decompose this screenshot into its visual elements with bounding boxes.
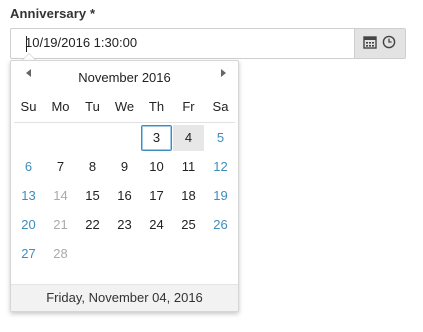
month-title[interactable]: November 2016: [11, 70, 238, 85]
day-cell[interactable]: 22: [77, 212, 108, 238]
day-cell[interactable]: 23: [109, 212, 140, 238]
day-cell[interactable]: 5: [205, 125, 236, 151]
day-cell[interactable]: 25: [173, 212, 204, 238]
day-cell[interactable]: 6: [13, 154, 44, 180]
header-divider: [14, 122, 235, 123]
day-cell[interactable]: 24: [141, 212, 172, 238]
day-cell[interactable]: 15: [77, 183, 108, 209]
day-cell[interactable]: 12: [205, 154, 236, 180]
day-cell[interactable]: 8: [77, 154, 108, 180]
day-cell[interactable]: 19: [205, 183, 236, 209]
clock-icon[interactable]: [382, 35, 396, 49]
day-cell[interactable]: 7: [45, 154, 76, 180]
weekday-tu: Tu: [85, 99, 100, 114]
weekday-header: Su Mo Tu We Th Fr Sa: [13, 99, 236, 119]
day-cell[interactable]: 4: [173, 125, 204, 151]
day-cell[interactable]: 26: [205, 212, 236, 238]
next-month-icon[interactable]: [221, 69, 226, 77]
field-label: Anniversary *: [10, 6, 96, 21]
day-cell[interactable]: 18: [173, 183, 204, 209]
text-caret: [26, 36, 27, 52]
weekday-su: Su: [20, 99, 37, 114]
day-grid: 3 4 5 6 7 8 9 10 11 12 13 14 15 16 17 18 19 20 21 22 23 24 25 2…: [13, 124, 236, 292]
weekday-we: We: [114, 99, 135, 114]
datetime-input[interactable]: 10/19/2016 1:30:00: [11, 29, 355, 58]
today-label[interactable]: Friday, November 04, 2016: [11, 290, 238, 305]
day-cell: 21: [53, 217, 68, 232]
day-cell[interactable]: 10: [141, 154, 172, 180]
day-cell[interactable]: 20: [13, 212, 44, 238]
picker-addon[interactable]: [354, 29, 405, 58]
today-footer[interactable]: Friday, November 04, 2016: [11, 284, 238, 311]
day-cell: 28: [53, 246, 68, 261]
weekday-sa: Sa: [212, 99, 229, 114]
day-cell[interactable]: 9: [109, 154, 140, 180]
day-cell[interactable]: 16: [109, 183, 140, 209]
day-cell[interactable]: 13: [13, 183, 44, 209]
day-cell[interactable]: 11: [173, 154, 204, 180]
datetime-input-group[interactable]: 10/19/2016 1:30:00: [10, 28, 406, 59]
weekday-fr: Fr: [182, 99, 195, 114]
day-cell: 14: [53, 188, 68, 203]
day-cell[interactable]: 3: [141, 125, 172, 151]
day-cell[interactable]: 17: [141, 183, 172, 209]
weekday-th: Th: [148, 99, 165, 114]
calendar-icon[interactable]: [363, 35, 377, 49]
day-cell[interactable]: 27: [13, 241, 44, 267]
weekday-mo: Mo: [51, 99, 70, 114]
datepicker-popup: November 2016 Su Mo Tu We Th Fr Sa 345 67…: [10, 60, 239, 312]
